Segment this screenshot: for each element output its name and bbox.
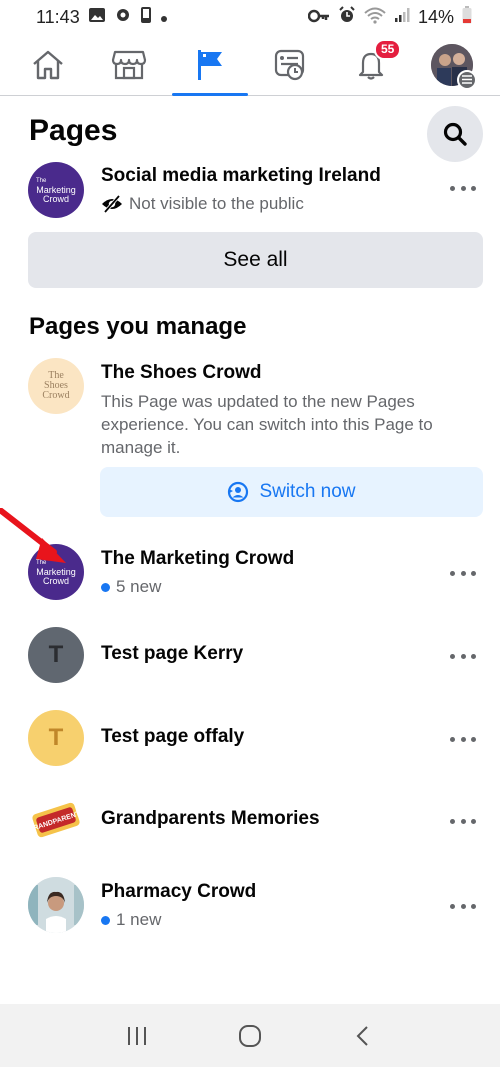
tab-marketplace[interactable]: [99, 35, 159, 95]
page-avatar: [28, 877, 84, 933]
tab-feeds[interactable]: [260, 35, 320, 95]
page-description: This Page was updated to the new Pages e…: [101, 392, 433, 457]
page-name: Pharmacy Crowd: [101, 881, 257, 902]
section-title: Pages you manage: [29, 313, 247, 340]
page-avatar: T: [28, 627, 84, 683]
new-notifications: 5 new: [101, 577, 161, 597]
page-row-grandparents[interactable]: GRANDPARENTS Grandparents Memories: [0, 792, 500, 850]
marketplace-icon: [111, 50, 147, 79]
page-name: Social media marketing Ireland: [101, 165, 381, 186]
recents-button[interactable]: [112, 1011, 162, 1061]
more-options-button[interactable]: [450, 178, 476, 198]
home-nav-button[interactable]: [225, 1011, 275, 1061]
page-row-pharmacy-crowd[interactable]: Pharmacy Crowd 1 new: [0, 875, 500, 937]
new-notifications: 1 new: [101, 910, 161, 930]
page-row-test-kerry[interactable]: T Test page Kerry: [0, 627, 500, 685]
home-icon: [33, 50, 64, 79]
dot-icon: [160, 7, 168, 28]
more-options-button[interactable]: [450, 811, 476, 831]
memories-icon: [275, 49, 305, 80]
page-avatar: T: [28, 710, 84, 766]
new-count: 5 new: [116, 577, 162, 596]
home-circle-icon: [238, 1024, 261, 1047]
battery-level: 14%: [417, 6, 454, 27]
back-icon: [356, 1025, 369, 1046]
page-avatar: The Shoes Crowd: [28, 358, 84, 414]
pharmacist-photo-icon: [28, 877, 84, 933]
switch-profile-icon: [228, 481, 249, 503]
flag-icon: [197, 49, 222, 80]
switch-now-label: Switch now: [259, 481, 356, 502]
phone-icon: [140, 6, 152, 29]
tab-bar: 55: [0, 34, 500, 96]
avatar-text: Crowd: [42, 193, 69, 204]
wifi-icon: [364, 6, 386, 29]
tab-pages[interactable]: [171, 35, 248, 96]
visibility-text: Not visible to the public: [129, 194, 304, 213]
status-bar: 11:43 14%: [0, 0, 500, 34]
battery-icon: [462, 5, 472, 29]
search-icon: [443, 122, 467, 146]
new-dot-icon: [101, 582, 110, 592]
signal-icon: [394, 7, 410, 28]
page-row-test-offaly[interactable]: T Test page offaly: [0, 710, 500, 768]
more-options-button[interactable]: [450, 646, 476, 666]
menu-icon: [456, 69, 477, 90]
search-button[interactable]: [427, 106, 483, 162]
see-all-button[interactable]: See all: [28, 232, 483, 288]
page-name: The Shoes Crowd: [101, 362, 262, 383]
gallery-icon: [88, 7, 106, 28]
tab-notifications[interactable]: 55: [341, 35, 402, 95]
status-time: 11:43: [36, 6, 80, 27]
page-name: The Marketing Crowd: [101, 548, 295, 569]
page-avatar: GRANDPARENTS: [28, 792, 84, 848]
tab-menu[interactable]: [422, 35, 482, 95]
android-nav-bar: [0, 1004, 500, 1067]
avatar-text: Crowd: [42, 575, 69, 586]
avatar-text: Crowd: [42, 390, 70, 401]
more-options-button[interactable]: [450, 896, 476, 916]
profile-avatar: [430, 43, 477, 90]
new-dot-icon: [101, 915, 110, 925]
alarm-icon: [338, 5, 356, 29]
more-options-button[interactable]: [450, 729, 476, 749]
page-row-social-media[interactable]: The Marketing Crowd Social media marketi…: [0, 160, 500, 222]
switch-now-button[interactable]: Switch now: [100, 467, 483, 517]
page-name: Test page Kerry: [101, 643, 244, 664]
tab-home[interactable]: [18, 35, 78, 95]
eye-off-icon: [102, 195, 122, 213]
more-options-button[interactable]: [450, 563, 476, 583]
recents-icon: [127, 1026, 146, 1045]
settings-icon: [114, 6, 132, 29]
annotation-arrow-icon: [0, 508, 66, 563]
page-name: Grandparents Memories: [101, 808, 320, 829]
status-right: 14%: [307, 5, 472, 29]
page-title: Pages: [29, 114, 118, 147]
grandparents-logo-icon: GRANDPARENTS: [28, 792, 84, 848]
status-left: 11:43: [36, 6, 168, 29]
new-count: 1 new: [116, 910, 162, 929]
page-name: Test page offaly: [101, 726, 245, 747]
notification-badge: 55: [373, 38, 402, 60]
page-visibility: Not visible to the public: [101, 194, 304, 214]
page-avatar: The Marketing Crowd: [28, 162, 84, 218]
key-icon: [307, 7, 330, 28]
back-button[interactable]: [338, 1011, 388, 1061]
